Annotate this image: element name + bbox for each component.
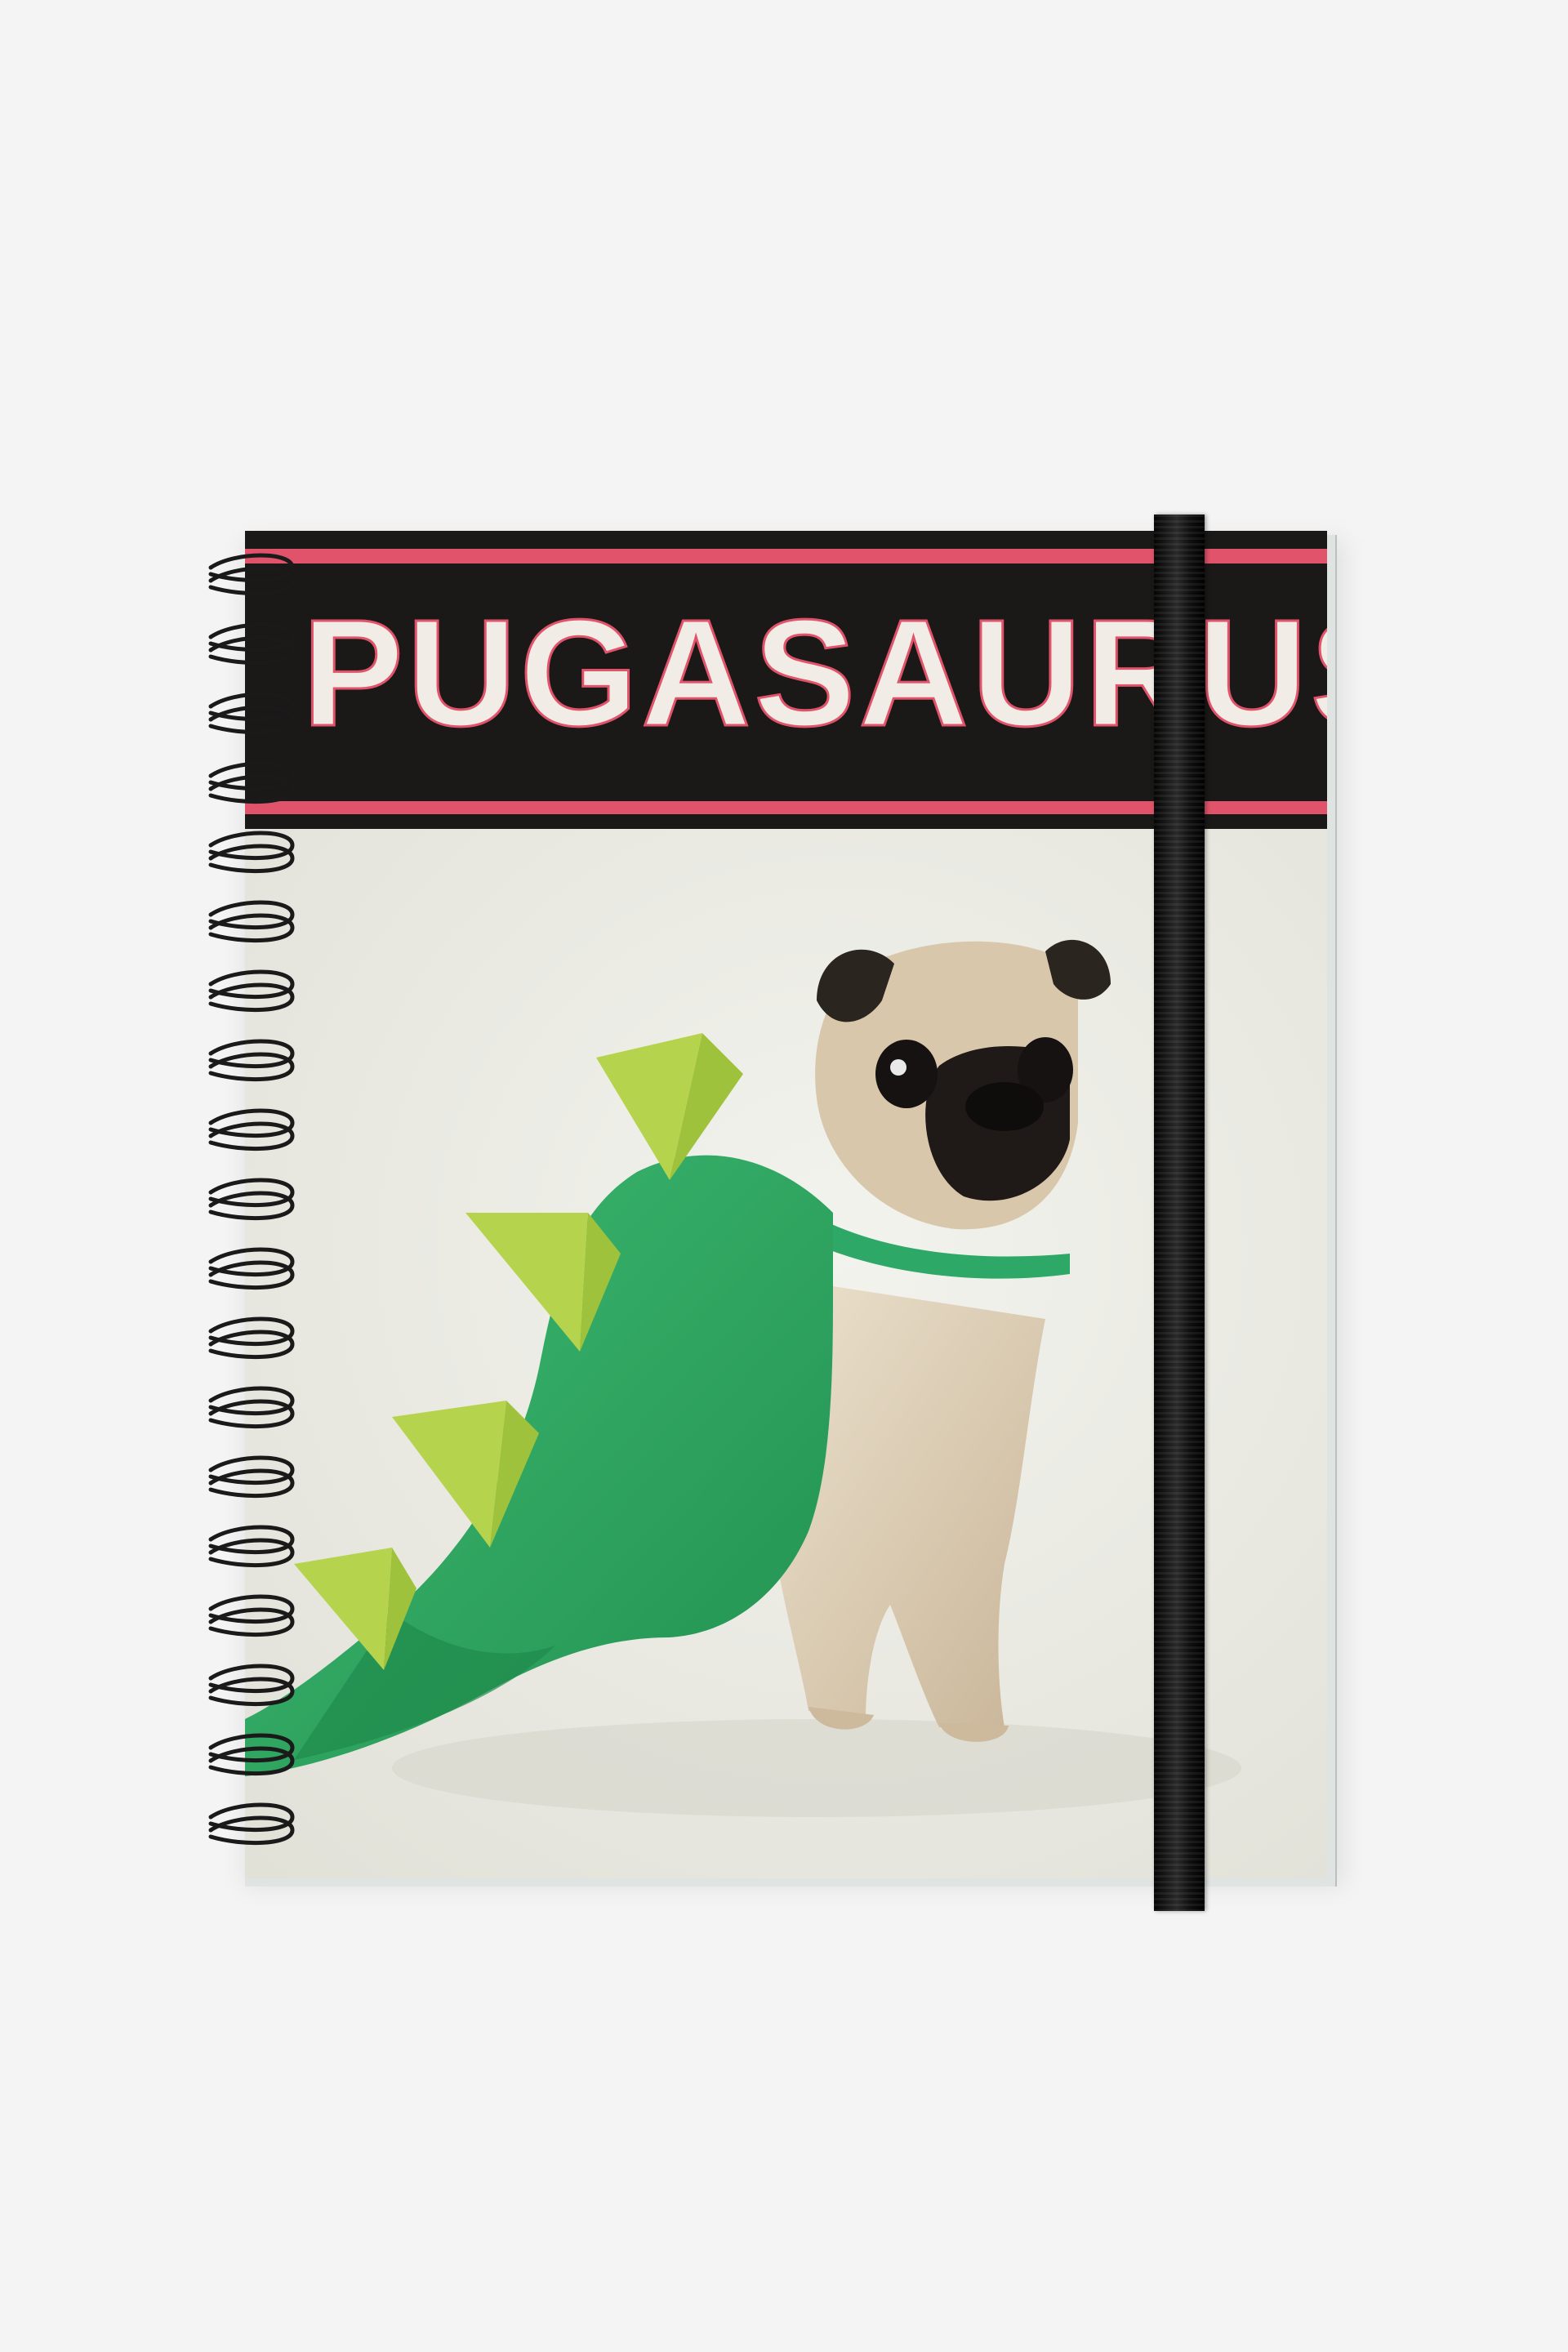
- spiral-binding-icon: [208, 553, 295, 1845]
- floor-shadow: [392, 1719, 1241, 1817]
- elastic-band-icon: [1154, 514, 1205, 1911]
- product-photo: PUGASAURUS: [0, 0, 1568, 2352]
